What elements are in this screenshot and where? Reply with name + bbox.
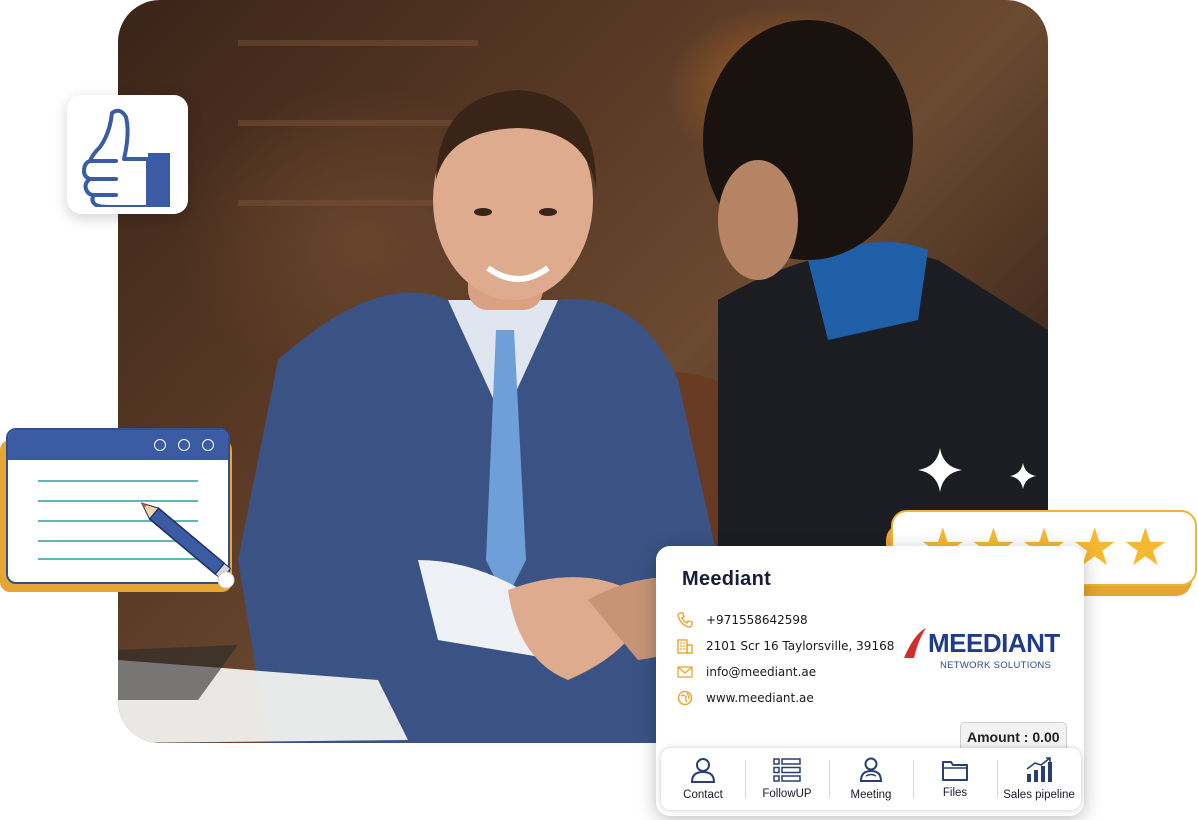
tab-meeting[interactable]: Meeting xyxy=(829,748,913,810)
folder-icon xyxy=(942,761,968,781)
company-name: Meediant xyxy=(682,568,772,590)
tab-label: Meeting xyxy=(850,789,892,801)
company-logo: MEEDIANT NETWORK SOLUTIONS xyxy=(904,622,1060,672)
website-row[interactable]: www.meediant.ae xyxy=(676,690,814,706)
notepad-line xyxy=(38,480,198,482)
person-icon xyxy=(690,758,716,783)
email-row[interactable]: info@meediant.ae xyxy=(676,664,816,680)
tab-files[interactable]: Files xyxy=(913,748,997,810)
pencil-icon xyxy=(140,502,235,589)
email-text: info@meediant.ae xyxy=(706,665,817,679)
sparkle-icon xyxy=(1010,463,1036,489)
tab-label: Files xyxy=(942,787,968,799)
contact-card: Meediant +971558642598 2101 Scr 16 Taylo… xyxy=(656,546,1084,816)
phone-number: +971558642598 xyxy=(706,613,808,627)
logo-title: MEEDIANT xyxy=(928,628,1060,658)
tab-label: Sales pipeline xyxy=(1003,789,1075,801)
notepad-titlebar xyxy=(8,430,228,460)
contact-details: Meediant +971558642598 2101 Scr 16 Taylo… xyxy=(668,556,1076,752)
star-icon: ★ xyxy=(1121,519,1169,577)
globe-icon xyxy=(676,690,694,706)
chart-icon xyxy=(1026,757,1052,782)
tab-contact[interactable]: Contact xyxy=(661,748,745,810)
thumbs-up-icon xyxy=(81,108,170,207)
mail-icon xyxy=(676,664,694,680)
logo-subtitle: NETWORK SOLUTIONS xyxy=(940,660,1052,671)
people-icon xyxy=(859,757,883,782)
list-icon xyxy=(773,758,801,782)
address-text: 2101 Scr 16 Taylorsville, 39168 xyxy=(706,639,895,653)
card-tab-bar: Contact FollowUP Meeting Files Sales pip… xyxy=(661,748,1081,810)
building-icon xyxy=(676,638,694,654)
tab-sales-pipeline[interactable]: Sales pipeline xyxy=(997,748,1081,810)
address-row: 2101 Scr 16 Taylorsville, 39168 xyxy=(676,638,894,654)
phone-row[interactable]: +971558642598 xyxy=(676,612,808,628)
tab-followup[interactable]: FollowUP xyxy=(745,748,829,810)
phone-icon xyxy=(676,612,694,628)
sparkle-icon xyxy=(918,448,962,492)
tab-label: FollowUP xyxy=(762,788,812,800)
website-text: www.meediant.ae xyxy=(706,691,814,705)
window-dot-icon xyxy=(178,439,190,451)
thumbs-up-card xyxy=(67,95,188,214)
window-dot-icon xyxy=(202,439,214,451)
window-dot-icon xyxy=(154,439,166,451)
tab-label: Contact xyxy=(683,789,723,801)
